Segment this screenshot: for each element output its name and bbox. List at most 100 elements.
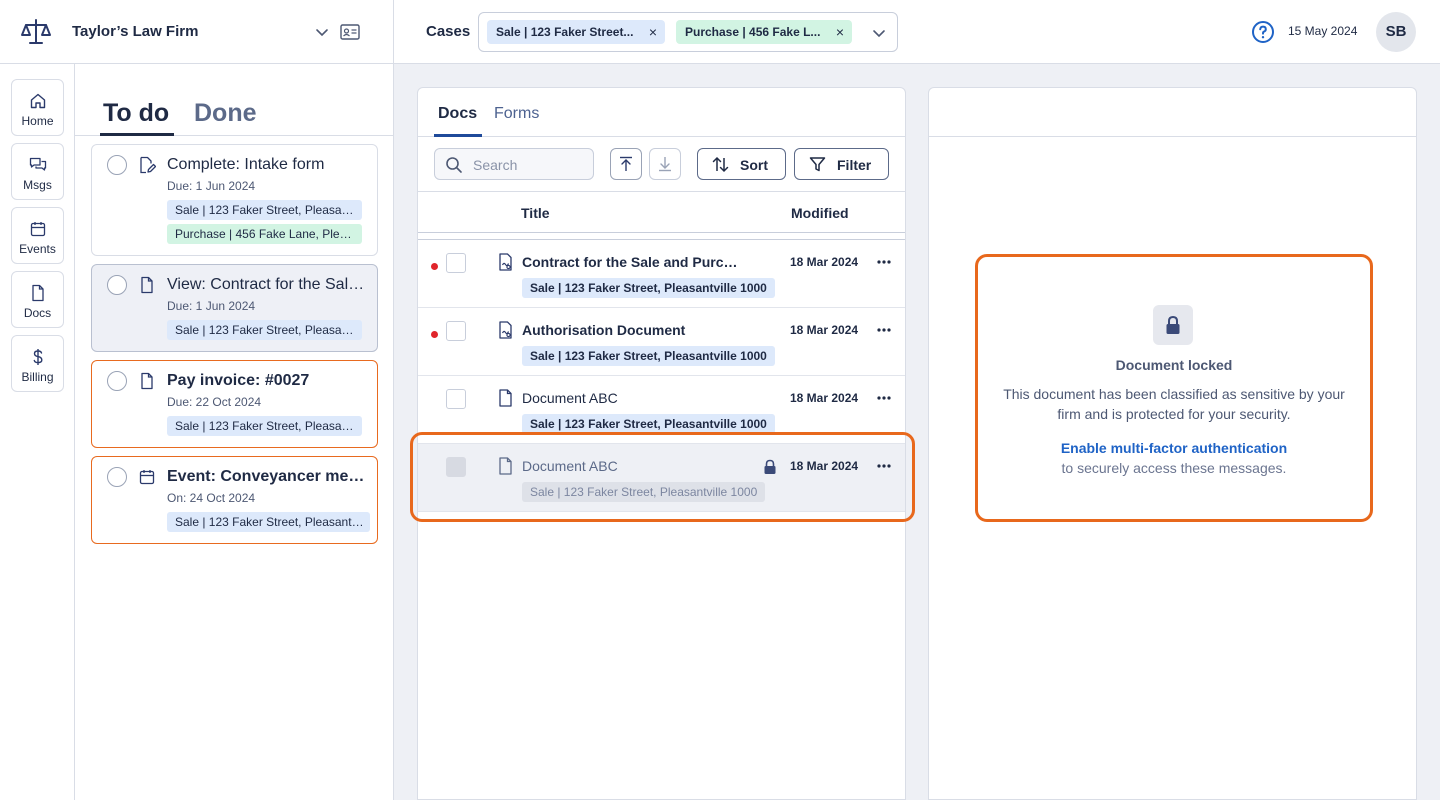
id-card-icon[interactable] [340, 23, 360, 41]
task-complete-radio[interactable] [107, 275, 127, 295]
search-input[interactable] [473, 155, 583, 175]
case-chip-sale[interactable]: Sale | 123 Faker Street... × [487, 20, 665, 44]
task-card[interactable]: View: Contract for the Sale and Purchase… [91, 264, 378, 352]
top-bar: Taylor’s Law Firm Cases Sale | 123 Faker… [0, 0, 1440, 64]
download-button[interactable] [649, 148, 681, 180]
column-header-modified[interactable]: Modified [791, 205, 849, 221]
todo-panel: To do Done Complete: Intake form Due: 1 … [75, 64, 394, 800]
chevron-down-icon[interactable] [314, 24, 330, 40]
document-viewer: Document locked This document has been c… [928, 87, 1417, 800]
document-icon [499, 457, 512, 475]
remove-chip-icon[interactable]: × [649, 20, 657, 44]
edit-document-icon [140, 156, 156, 174]
nav-item-home[interactable]: Home [11, 79, 64, 136]
lock-badge [1153, 305, 1193, 345]
unread-dot [431, 263, 438, 270]
row-checkbox[interactable] [446, 389, 466, 409]
table-row-locked[interactable]: Document ABC Sale | 123 Faker Street, Pl… [418, 444, 905, 512]
firm-switcher[interactable]: Taylor’s Law Firm [0, 0, 394, 64]
task-due-date: On: 24 Oct 2024 [167, 491, 256, 505]
task-card[interactable]: Complete: Intake form Due: 1 Jun 2024 Sa… [91, 144, 378, 256]
document-icon [32, 284, 44, 302]
scales-of-justice-icon [21, 19, 51, 44]
lock-message: This document has been classified as sen… [1003, 386, 1345, 422]
tab-done[interactable]: Done [194, 99, 257, 128]
left-nav: Home Msgs Events Docs Billing [0, 64, 75, 800]
more-options-icon[interactable] [876, 325, 892, 335]
document-title[interactable]: Document ABC [522, 390, 738, 406]
task-case-tag: Sale | 123 Faker Street, Pleasantville 1… [167, 416, 362, 436]
table-header: Title Modified [418, 192, 905, 233]
task-card[interactable]: Event: Conveyancer meeting On: 24 Oct 20… [91, 456, 378, 544]
case-tag: Sale | 123 Faker Street, Pleasantville 1… [522, 278, 775, 298]
document-title[interactable]: Authorisation Document [522, 322, 738, 338]
nav-item-label: Msgs [23, 178, 52, 192]
case-tag: Sale | 123 Faker Street, Pleasantville 1… [522, 482, 766, 502]
task-complete-radio[interactable] [107, 371, 127, 391]
upload-button[interactable] [610, 148, 642, 180]
table-row[interactable]: Contract for the Sale and Purchase Sale … [418, 240, 905, 308]
task-case-tag: Purchase | 456 Fake Lane, Pleasantville … [167, 224, 362, 244]
enable-mfa-link[interactable]: Enable multi-factor authentication [978, 440, 1370, 456]
task-case-tag: Sale | 123 Faker Street, Pleasantville 1… [167, 320, 362, 340]
column-header-title[interactable]: Title [521, 205, 550, 221]
more-options-icon[interactable] [876, 393, 892, 403]
calendar-icon [139, 470, 155, 485]
modified-date: 18 Mar 2024 [790, 391, 859, 405]
row-checkbox[interactable] [446, 321, 466, 341]
task-due-date: Due: 1 Jun 2024 [167, 299, 256, 313]
task-complete-radio[interactable] [107, 155, 127, 175]
case-tag: Sale | 123 Faker Street, Pleasantville 1… [522, 346, 775, 366]
remove-chip-icon[interactable]: × [836, 20, 844, 44]
cases-label: Cases [426, 23, 471, 40]
nav-item-docs[interactable]: Docs [11, 271, 64, 328]
docs-tabs: Docs Forms [418, 88, 905, 137]
help-icon[interactable] [1251, 20, 1275, 44]
filter-button[interactable]: Filter [794, 148, 889, 180]
table-row[interactable]: Authorisation Document Sale | 123 Faker … [418, 308, 905, 376]
task-complete-radio[interactable] [107, 467, 127, 487]
row-checkbox[interactable] [446, 253, 466, 273]
row-checkbox [446, 457, 466, 477]
lock-title: Document locked [1115, 357, 1233, 373]
chat-icon [29, 157, 47, 171]
viewer-header [929, 88, 1416, 137]
cases-select[interactable]: Sale | 123 Faker Street... × Purchase | … [478, 12, 898, 52]
tab-forms[interactable]: Forms [494, 105, 539, 123]
task-card[interactable]: Pay invoice: #0027 Due: 22 Oct 2024 Sale… [91, 360, 378, 448]
sort-icon [712, 156, 729, 173]
nav-item-label: Docs [23, 306, 52, 320]
nav-item-billing[interactable]: Billing [11, 335, 64, 392]
task-due-date: Due: 1 Jun 2024 [167, 179, 256, 193]
search-box[interactable] [434, 148, 594, 180]
current-date: 15 May 2024 [1288, 24, 1358, 38]
chevron-down-icon[interactable] [871, 25, 887, 41]
tab-docs[interactable]: Docs [438, 105, 477, 123]
document-icon [141, 372, 153, 390]
lock-icon [764, 459, 776, 474]
firm-name: Taylor’s Law Firm [72, 23, 199, 40]
lock-note: to securely access these messages. [1061, 460, 1287, 476]
modified-date: 18 Mar 2024 [790, 255, 859, 269]
avatar[interactable]: SB [1376, 12, 1416, 52]
task-title: Event: Conveyancer meeting [167, 468, 367, 485]
signature-document-icon [499, 253, 512, 271]
docs-toolbar: Sort Filter [418, 137, 905, 192]
docs-panel: Docs Forms Sort Filter Title Modified [417, 87, 906, 800]
calendar-icon [30, 222, 46, 237]
document-title[interactable]: Contract for the Sale and Purchase [522, 254, 738, 270]
more-options-icon[interactable] [876, 461, 892, 471]
task-title: Complete: Intake form [167, 156, 325, 173]
document-title[interactable]: Document ABC [522, 458, 738, 474]
nav-item-events[interactable]: Events [11, 207, 64, 264]
case-chip-purchase[interactable]: Purchase | 456 Fake L... × [676, 20, 852, 44]
search-icon [446, 157, 462, 173]
filter-label: Filter [837, 157, 872, 173]
nav-item-msgs[interactable]: Msgs [11, 143, 64, 200]
tab-todo[interactable]: To do [103, 99, 169, 128]
table-row[interactable]: Document ABC Sale | 123 Faker Street, Pl… [418, 376, 905, 444]
task-title: Pay invoice: #0027 [167, 372, 310, 389]
filter-icon [809, 157, 826, 172]
more-options-icon[interactable] [876, 257, 892, 267]
sort-button[interactable]: Sort [697, 148, 786, 180]
